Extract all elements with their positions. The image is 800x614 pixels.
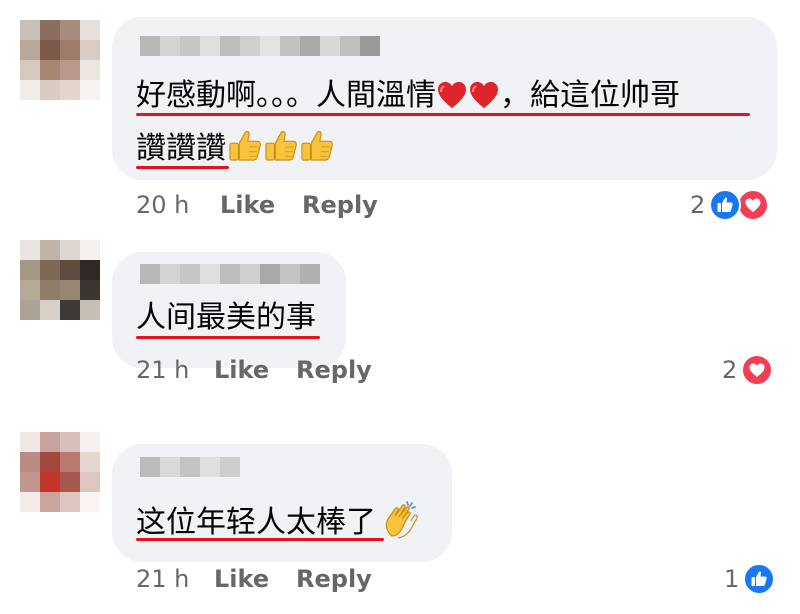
comment-text-part: 这位年轻人太棒了 [136,505,376,540]
reaction-summary[interactable]: 2 [690,188,770,222]
commenter-name-redacted[interactable] [140,457,240,477]
comment-time[interactable]: 21 h [136,355,189,385]
comment-time[interactable]: 20 h [136,190,189,220]
comment-item: 好感動啊。。。人間溫情 ，給這位帅哥 讚讚讚 20 h Like Reply 2 [0,0,800,230]
heart-icon [469,81,499,109]
thumbs-up-icon [228,130,262,162]
like-icon [743,563,776,595]
clapping-hands-icon [380,500,420,540]
comment-text-part: 讚讚讚 [136,131,226,166]
like-icon [709,189,742,221]
reaction-count: 2 [690,191,706,219]
like-button[interactable]: Like [220,190,275,220]
commenter-name-redacted[interactable] [140,264,320,284]
reaction-count: 1 [724,565,740,593]
comment-text-part: ，給這位帅哥 [500,78,680,113]
reply-button[interactable]: Reply [302,190,378,220]
comment-text: 讚讚讚 [136,129,334,169]
love-icon [737,189,770,221]
reply-button[interactable]: Reply [296,564,372,594]
love-icon [741,354,774,386]
red-underline [136,166,229,169]
avatar[interactable] [20,240,100,320]
reaction-summary[interactable]: 1 [724,562,776,596]
like-button[interactable]: Like [214,564,269,594]
reaction-summary[interactable]: 2 [722,353,774,387]
comment-item: 这位年轻人太棒了 21 h Like Reply 1 [0,410,800,614]
comment-text: 这位年轻人太棒了 [136,500,420,543]
comment-time[interactable]: 21 h [136,564,189,594]
commenter-name-redacted[interactable] [140,36,380,56]
heart-icon [437,81,467,109]
comment-text-part: 好感動啊。。。人間溫情 [136,78,436,113]
red-underline [136,113,750,116]
thumbs-up-icon [300,130,334,162]
like-button[interactable]: Like [214,355,269,385]
comment-text: 人间最美的事 [136,300,316,335]
comment-text: 好感動啊。。。人間溫情 ，給這位帅哥 [136,76,680,116]
avatar[interactable] [20,432,100,512]
reply-button[interactable]: Reply [296,355,372,385]
reaction-count: 2 [722,356,738,384]
comment-item: 人间最美的事 21 h Like Reply 2 [0,230,800,410]
avatar[interactable] [20,20,100,100]
thumbs-up-icon [264,130,298,162]
red-underline [136,336,320,339]
red-underline [136,538,384,541]
